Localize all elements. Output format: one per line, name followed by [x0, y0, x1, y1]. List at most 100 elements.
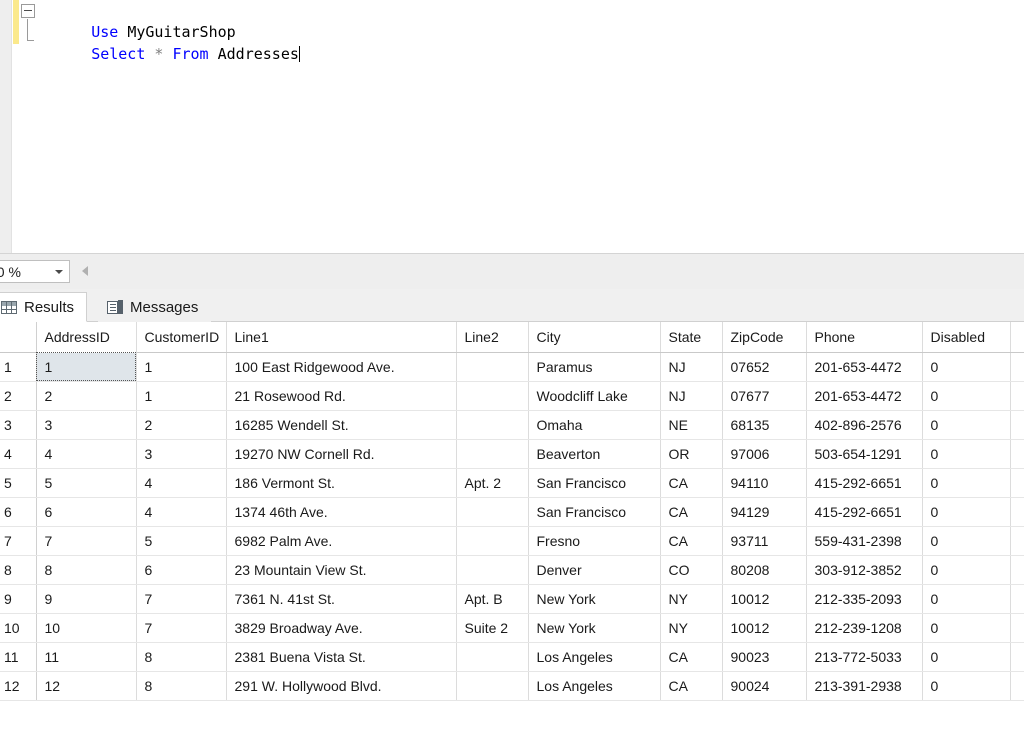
- cell-zipcode[interactable]: 94129: [722, 497, 806, 526]
- cell-phone[interactable]: 213-772-5033: [806, 642, 922, 671]
- cell-disabled[interactable]: 0: [922, 352, 1010, 381]
- cell-state[interactable]: NJ: [660, 352, 722, 381]
- cell-zipcode[interactable]: 68135: [722, 410, 806, 439]
- tab-results[interactable]: Results: [0, 292, 87, 322]
- cell-line2[interactable]: [456, 555, 528, 584]
- cell-customerid[interactable]: 4: [136, 468, 226, 497]
- table-row[interactable]: 12128291 W. Hollywood Blvd.Los AngelesCA…: [0, 671, 1024, 700]
- cell-addressid[interactable]: 11: [36, 642, 136, 671]
- cell-disabled[interactable]: 0: [922, 468, 1010, 497]
- table-row[interactable]: 44319270 NW Cornell Rd.BeavertonOR970065…: [0, 439, 1024, 468]
- column-header-addressid[interactable]: AddressID: [36, 322, 136, 352]
- cell-customerid[interactable]: 4: [136, 497, 226, 526]
- table-row[interactable]: 7756982 Palm Ave.FresnoCA93711559-431-23…: [0, 526, 1024, 555]
- cell-state[interactable]: CA: [660, 671, 722, 700]
- cell-customerid[interactable]: 8: [136, 642, 226, 671]
- cell-zipcode[interactable]: 90023: [722, 642, 806, 671]
- cell-line2[interactable]: [456, 642, 528, 671]
- row-header-cell[interactable]: 2: [0, 381, 36, 410]
- cell-disabled[interactable]: 0: [922, 526, 1010, 555]
- cell-line1[interactable]: 1374 46th Ave.: [226, 497, 456, 526]
- cell-city[interactable]: Fresno: [528, 526, 660, 555]
- cell-phone[interactable]: 303-912-3852: [806, 555, 922, 584]
- cell-zipcode[interactable]: 80208: [722, 555, 806, 584]
- cell-addressid[interactable]: 3: [36, 410, 136, 439]
- cell-addressid[interactable]: 10: [36, 613, 136, 642]
- cell-zipcode[interactable]: 97006: [722, 439, 806, 468]
- table-row[interactable]: 33216285 Wendell St.OmahaNE68135402-896-…: [0, 410, 1024, 439]
- chevron-down-icon[interactable]: [55, 270, 63, 274]
- table-row[interactable]: 111182381 Buena Vista St.Los AngelesCA90…: [0, 642, 1024, 671]
- cell-line2[interactable]: [456, 497, 528, 526]
- cell-phone[interactable]: 212-239-1208: [806, 613, 922, 642]
- cell-state[interactable]: CA: [660, 497, 722, 526]
- cell-disabled[interactable]: 0: [922, 555, 1010, 584]
- cell-city[interactable]: Los Angeles: [528, 671, 660, 700]
- cell-state[interactable]: NY: [660, 584, 722, 613]
- cell-state[interactable]: NE: [660, 410, 722, 439]
- cell-state[interactable]: CO: [660, 555, 722, 584]
- cell-line2[interactable]: Apt. B: [456, 584, 528, 613]
- cell-city[interactable]: Beaverton: [528, 439, 660, 468]
- cell-customerid[interactable]: 8: [136, 671, 226, 700]
- cell-line2[interactable]: Suite 2: [456, 613, 528, 642]
- cell-disabled[interactable]: 0: [922, 381, 1010, 410]
- sql-editor-pane[interactable]: Use MyGuitarShop Select * From Addresses: [0, 0, 1024, 253]
- column-header-zipcode[interactable]: ZipCode: [722, 322, 806, 352]
- cell-city[interactable]: Omaha: [528, 410, 660, 439]
- cell-customerid[interactable]: 2: [136, 410, 226, 439]
- table-row[interactable]: 6641374 46th Ave.San FranciscoCA94129415…: [0, 497, 1024, 526]
- cell-addressid[interactable]: 5: [36, 468, 136, 497]
- cell-addressid[interactable]: 4: [36, 439, 136, 468]
- cell-state[interactable]: CA: [660, 642, 722, 671]
- collapse-box-icon[interactable]: [21, 4, 35, 18]
- tab-messages[interactable]: Messages: [98, 292, 211, 322]
- row-header-cell[interactable]: 6: [0, 497, 36, 526]
- cell-line2[interactable]: [456, 671, 528, 700]
- cell-phone[interactable]: 559-431-2398: [806, 526, 922, 555]
- cell-phone[interactable]: 415-292-6651: [806, 468, 922, 497]
- cell-line1[interactable]: 19270 NW Cornell Rd.: [226, 439, 456, 468]
- cell-addressid[interactable]: 8: [36, 555, 136, 584]
- cell-line2[interactable]: [456, 410, 528, 439]
- cell-disabled[interactable]: 0: [922, 439, 1010, 468]
- zoom-level-combobox[interactable]: 00 %: [0, 260, 70, 283]
- cell-line2[interactable]: Apt. 2: [456, 468, 528, 497]
- cell-customerid[interactable]: 1: [136, 381, 226, 410]
- cell-city[interactable]: New York: [528, 613, 660, 642]
- cell-customerid[interactable]: 3: [136, 439, 226, 468]
- cell-customerid[interactable]: 7: [136, 584, 226, 613]
- row-header-cell[interactable]: 1: [0, 352, 36, 381]
- cell-line2[interactable]: [456, 526, 528, 555]
- row-header-cell[interactable]: 9: [0, 584, 36, 613]
- cell-line2[interactable]: [456, 439, 528, 468]
- cell-line2[interactable]: [456, 352, 528, 381]
- cell-line1[interactable]: 23 Mountain View St.: [226, 555, 456, 584]
- cell-disabled[interactable]: 0: [922, 671, 1010, 700]
- cell-zipcode[interactable]: 90024: [722, 671, 806, 700]
- cell-phone[interactable]: 415-292-6651: [806, 497, 922, 526]
- cell-customerid[interactable]: 7: [136, 613, 226, 642]
- cell-phone[interactable]: 212-335-2093: [806, 584, 922, 613]
- cell-addressid[interactable]: 9: [36, 584, 136, 613]
- cell-line1[interactable]: 16285 Wendell St.: [226, 410, 456, 439]
- cell-phone[interactable]: 201-653-4472: [806, 352, 922, 381]
- cell-state[interactable]: CA: [660, 526, 722, 555]
- column-header-customerid[interactable]: CustomerID: [136, 322, 226, 352]
- column-header-line1[interactable]: Line1: [226, 322, 456, 352]
- row-header-cell[interactable]: 12: [0, 671, 36, 700]
- cell-customerid[interactable]: 1: [136, 352, 226, 381]
- row-header-cell[interactable]: 4: [0, 439, 36, 468]
- cell-line1[interactable]: 6982 Palm Ave.: [226, 526, 456, 555]
- cell-city[interactable]: Woodcliff Lake: [528, 381, 660, 410]
- cell-state[interactable]: NY: [660, 613, 722, 642]
- cell-disabled[interactable]: 0: [922, 642, 1010, 671]
- cell-line1[interactable]: 2381 Buena Vista St.: [226, 642, 456, 671]
- cell-addressid[interactable]: 12: [36, 671, 136, 700]
- row-header-cell[interactable]: 5: [0, 468, 36, 497]
- horizontal-scrollbar[interactable]: [96, 260, 1024, 284]
- column-header-city[interactable]: City: [528, 322, 660, 352]
- cell-zipcode[interactable]: 93711: [722, 526, 806, 555]
- table-row[interactable]: 22121 Rosewood Rd.Woodcliff LakeNJ076772…: [0, 381, 1024, 410]
- cell-zipcode[interactable]: 10012: [722, 584, 806, 613]
